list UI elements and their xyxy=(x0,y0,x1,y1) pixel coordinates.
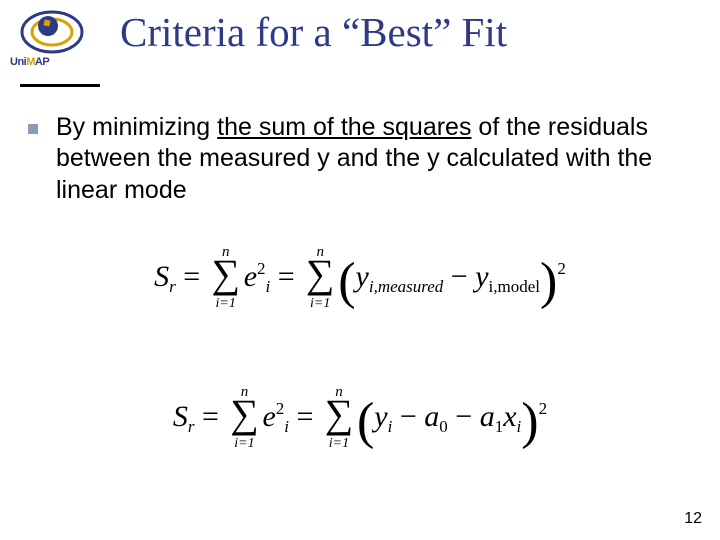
logo-m: M xyxy=(26,56,35,68)
y2: y xyxy=(475,260,488,293)
a0-sub: 0 xyxy=(439,417,448,436)
y2-sub: i,model xyxy=(489,277,540,296)
equation-2: Sr = n∑i=1e2i = n∑i=1(yi − a0 − a1xi)2 xyxy=(0,390,720,451)
equals: = xyxy=(176,260,208,293)
body-text: By minimizing the sum of the squares of … xyxy=(56,112,666,206)
y1: y xyxy=(356,260,369,293)
sym-e: e xyxy=(244,260,257,293)
sigma-2a: n∑i=1 xyxy=(228,390,260,442)
sup-2: 2 xyxy=(257,259,266,278)
sigma-1a: n∑i=1 xyxy=(210,250,242,302)
sigma-1b: n∑i=1 xyxy=(304,250,336,302)
yi: y xyxy=(374,400,387,433)
logo-text: UniMAP xyxy=(10,56,49,68)
sub-r: r xyxy=(169,277,176,296)
outer-sq2: 2 xyxy=(539,399,548,418)
minus1: − xyxy=(443,260,475,293)
sym-S2: S xyxy=(173,400,188,433)
page-number: 12 xyxy=(684,510,702,528)
a1a: a xyxy=(480,400,495,433)
equals-4: = xyxy=(289,400,321,433)
a0a: a xyxy=(424,400,439,433)
minus3: − xyxy=(448,400,480,433)
a1-sub: 1 xyxy=(495,417,504,436)
body-underlined: the sum of the squares xyxy=(217,113,471,141)
bullet-icon xyxy=(28,124,38,134)
page-title: Criteria for a “Best” Fit xyxy=(120,10,700,55)
sub-r2: r xyxy=(188,417,195,436)
body-pre: By minimizing xyxy=(56,113,217,141)
lparen2: ( xyxy=(357,393,374,450)
sym-e2: e xyxy=(262,400,275,433)
minus2: − xyxy=(392,400,424,433)
rparen: ) xyxy=(540,253,557,310)
sigma-2b: n∑i=1 xyxy=(323,390,355,442)
title-underline xyxy=(20,84,100,87)
lparen: ( xyxy=(338,253,355,310)
slide: UniMAP Criteria for a “Best” Fit By mini… xyxy=(0,0,720,540)
equation-1: Sr = n∑i=1e2i = n∑i=1(yi,measured − yi,m… xyxy=(0,250,720,311)
equals-3: = xyxy=(195,400,227,433)
logo-uni: Uni xyxy=(10,56,26,68)
y1-sub: i,measured xyxy=(369,277,443,296)
sup-2b: 2 xyxy=(276,399,285,418)
sym-S: S xyxy=(154,260,169,293)
rparen2: ) xyxy=(521,393,538,450)
equals-2: = xyxy=(270,260,302,293)
logo-ap: AP xyxy=(35,56,49,68)
xi: x xyxy=(503,400,516,433)
outer-sq: 2 xyxy=(557,259,566,278)
